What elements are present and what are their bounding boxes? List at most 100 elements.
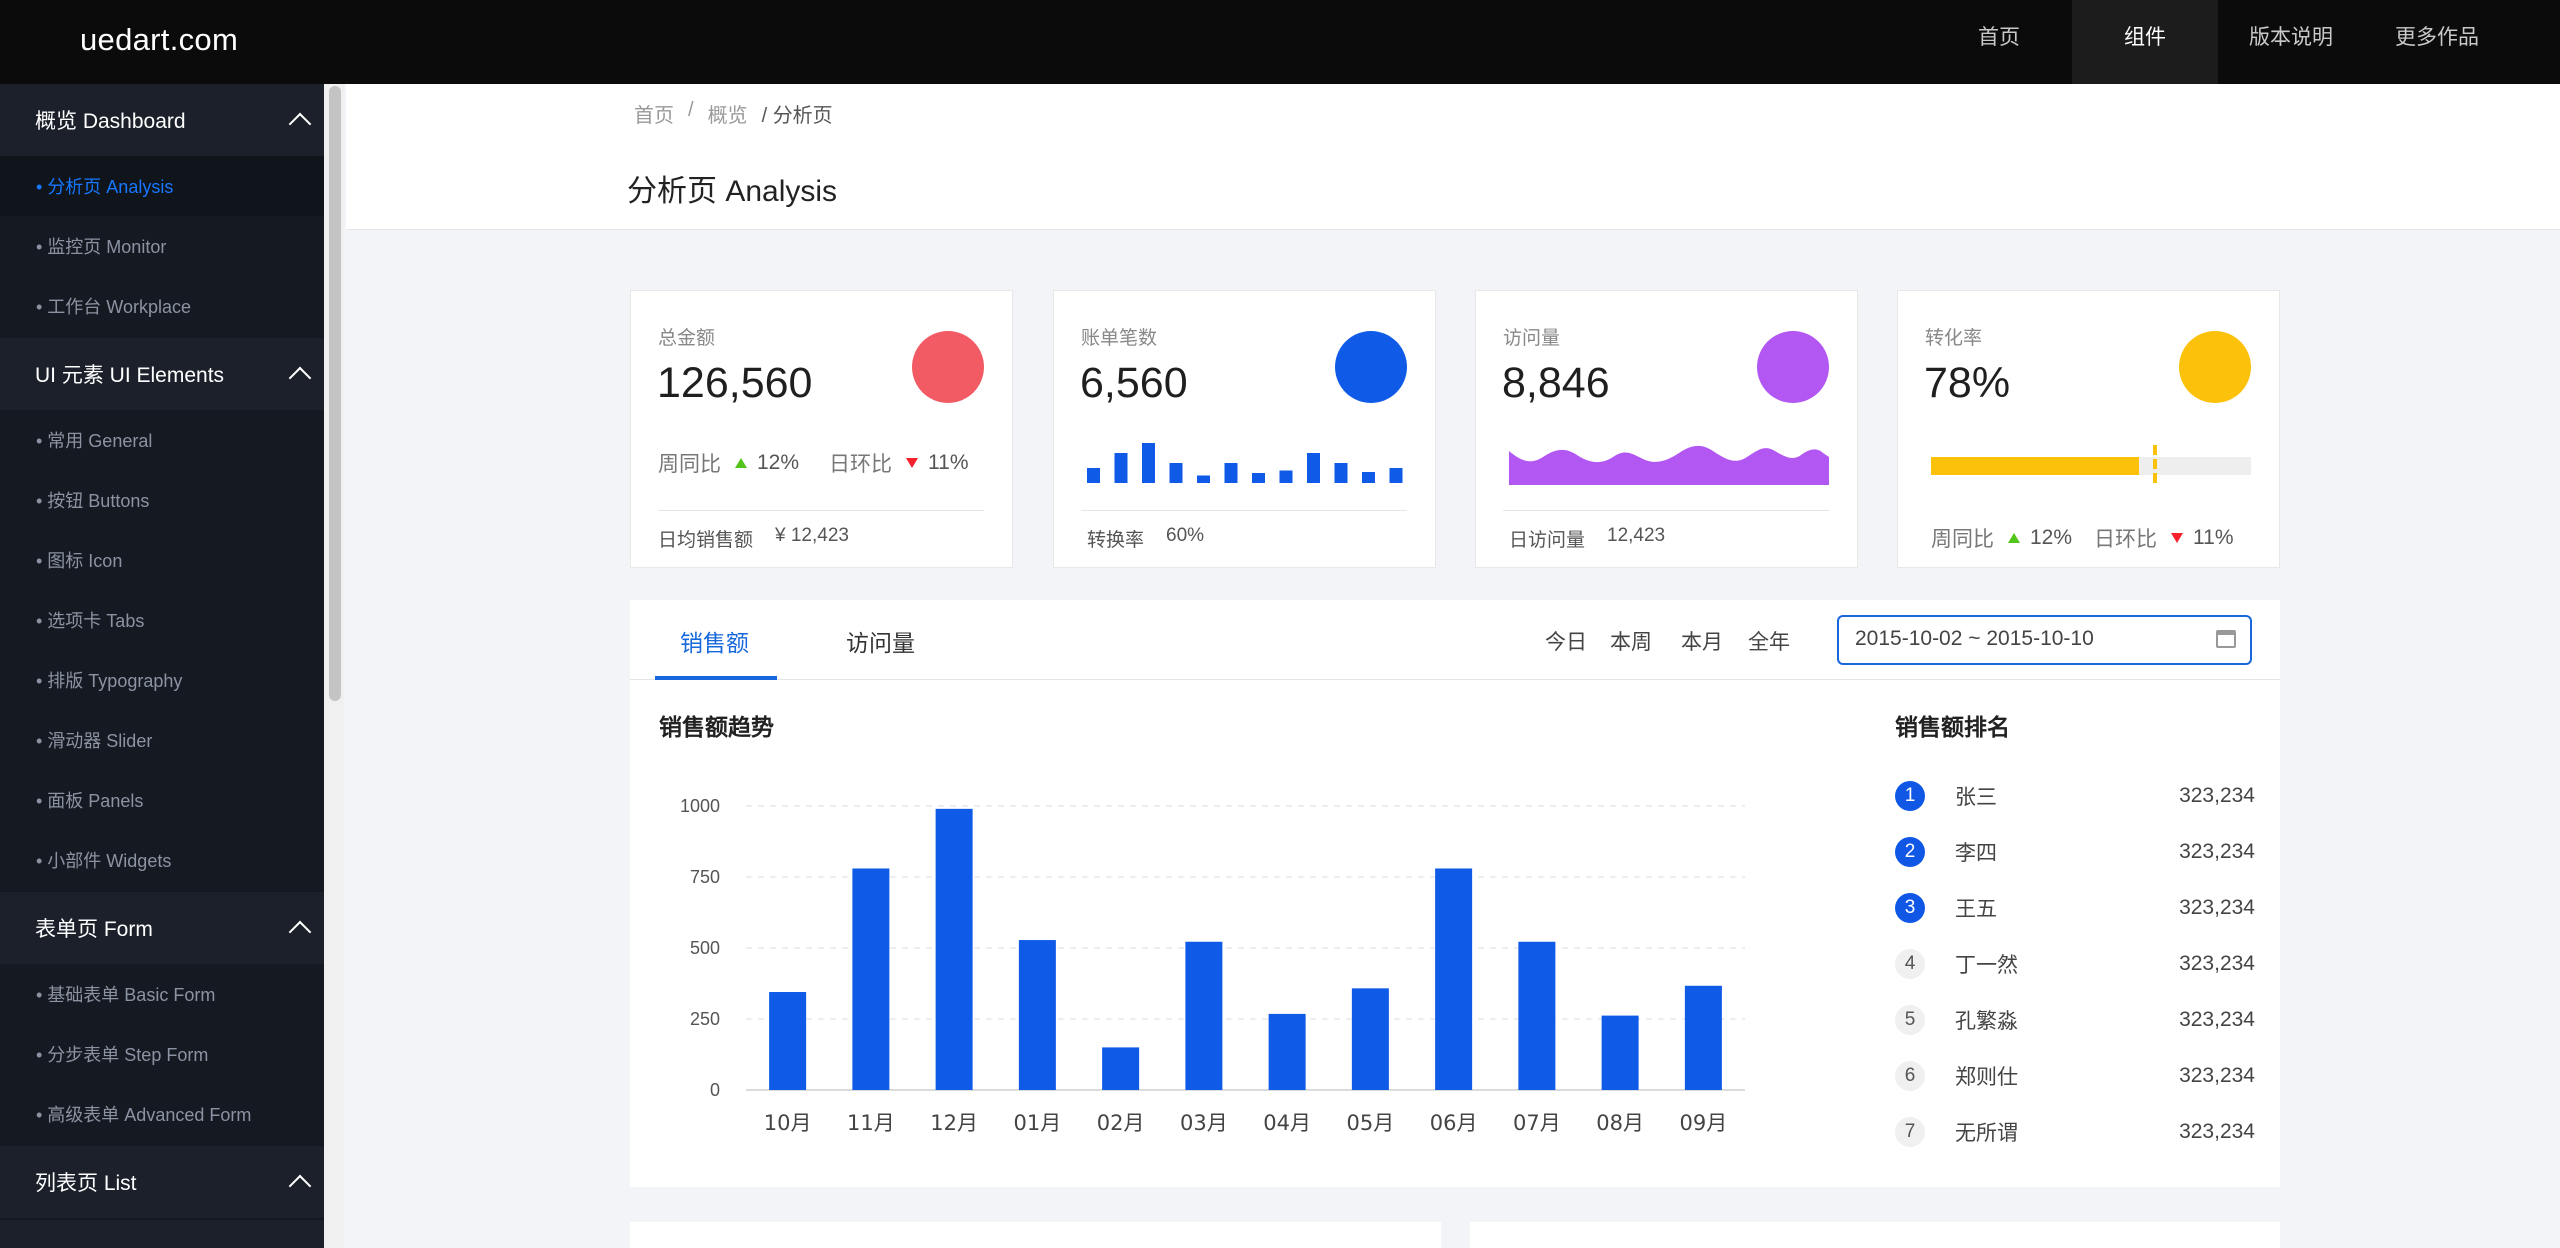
chart-bar[interactable] (852, 868, 890, 1090)
mini-bar (1334, 463, 1348, 483)
sidebar-item[interactable]: • 按钮 Buttons (0, 470, 324, 530)
card-divider (658, 510, 984, 511)
breadcrumb-home[interactable]: 首页 (634, 99, 674, 128)
page-header: 首页 / 概览 / 分析页 分析页 Analysis (346, 84, 2560, 230)
chart-bar[interactable] (1018, 940, 1056, 1090)
chart-bar[interactable] (1435, 868, 1473, 1090)
chevron-up-icon[interactable] (288, 1174, 312, 1198)
range-this-month[interactable]: 本月 (1681, 626, 1723, 656)
sidebar-item[interactable]: • 高级表单 Advanced Form (0, 1084, 324, 1144)
trend-up-icon (735, 458, 747, 468)
sidebar-group-header[interactable]: 表单页 Form (0, 892, 324, 964)
mini-bar (1197, 475, 1210, 483)
progress-target-marker (2153, 445, 2157, 487)
breadcrumb-current-label: 分析页 (772, 105, 833, 127)
card-footer-label: 日访问量 (1509, 530, 1586, 551)
chevron-up-icon[interactable] (288, 112, 312, 136)
sidebar-group-header[interactable]: UI 元素 UI Elements (0, 338, 324, 410)
chart-bar[interactable] (1185, 941, 1223, 1090)
chart-bar[interactable] (1351, 988, 1389, 1090)
ranking-row: 1 张三 323,234 (1895, 776, 2255, 816)
card-value: 78% (1924, 359, 2011, 407)
card-trend: 周同比 12% 日环比 11% (658, 448, 969, 478)
card-color-dot (2179, 331, 2251, 403)
mini-bar (1169, 463, 1183, 483)
sidebar-group-title: 表单页 Form (35, 918, 153, 941)
sidebar-item[interactable]: • 基础表单 Basic Form (0, 964, 324, 1024)
range-today[interactable]: 今日 (1545, 626, 1587, 656)
site-logo[interactable]: uedart.com (80, 22, 238, 58)
ranking-row: 2 李四 323,234 (1895, 832, 2255, 872)
tab-visits[interactable]: 访问量 (846, 624, 915, 658)
sales-trend-chart: 0 250 500 750 1000 10月 11月 12月 01月 02月 03月 04月 05月 06… (680, 796, 1745, 1135)
sidebar-item[interactable]: • 工作台 Workplace (0, 276, 324, 336)
y-tick-label: 0 (710, 1080, 720, 1100)
area-sparkline (1509, 445, 1829, 485)
chevron-up-icon[interactable] (288, 366, 312, 390)
chart-bar[interactable] (1601, 1015, 1639, 1090)
sidebar-item[interactable]: • 分步表单 Step Form (0, 1024, 324, 1084)
sales-panel: 销售额 访问量 今日 本周 本月 全年 2015-10-02 ~ 2015-10… (630, 600, 2280, 1187)
rank-number-badge: 5 (1895, 1005, 1925, 1035)
sidebar-group-header[interactable]: 列表页 List (0, 1146, 324, 1218)
breadcrumb-separator: / (761, 105, 768, 127)
sidebar-group-title: UI 元素 UI Elements (35, 364, 225, 387)
sidebar-group-title: 概览 Dashboard (35, 110, 186, 133)
top-navbar: uedart.com 首页 组件 版本说明 更多作品 (0, 0, 2560, 84)
topnav-more-works[interactable]: 更多作品 (2364, 0, 2510, 84)
x-tick-label: 02月 (1097, 1111, 1145, 1135)
breadcrumb-current: / 分析页 (762, 99, 833, 128)
x-tick-label: 03月 (1180, 1111, 1228, 1135)
date-range-picker[interactable]: 2015-10-02 ~ 2015-10-10 (1837, 615, 2252, 665)
x-tick-label: 01月 (1014, 1111, 1062, 1135)
topnav-home[interactable]: 首页 (1926, 0, 2072, 84)
sidebar-group-header[interactable]: 概览 Dashboard (0, 84, 324, 156)
topnav-components[interactable]: 组件 (2072, 0, 2218, 84)
rank-number-badge: 4 (1895, 949, 1925, 979)
rank-value: 323,234 (2179, 1120, 2255, 1143)
sidebar-item[interactable]: • 分析页 Analysis (0, 156, 324, 216)
y-tick-label: 1000 (680, 796, 720, 816)
chart-bar[interactable] (1268, 1013, 1306, 1090)
sidebar-item[interactable]: • 小部件 Widgets (0, 830, 324, 890)
y-tick-label: 250 (690, 1009, 720, 1029)
range-full-year[interactable]: 全年 (1748, 626, 1790, 656)
card-value: 8,846 (1502, 359, 1610, 407)
sidebar-item[interactable]: • 监控页 Monitor (0, 216, 324, 276)
ranking-row: 3 王五 323,234 (1895, 888, 2255, 928)
calendar-icon[interactable] (2216, 630, 2236, 648)
x-tick-label: 05月 (1347, 1111, 1395, 1135)
dod-label: 日环比 (829, 453, 893, 476)
sidebar-item[interactable]: • 常用 General (0, 410, 324, 470)
chart-bar[interactable] (1684, 985, 1722, 1090)
sales-tabs: 销售额 访问量 今日 本周 本月 全年 2015-10-02 ~ 2015-10… (630, 600, 2280, 680)
sidebar-item[interactable]: • 滑动器 Slider (0, 710, 324, 770)
x-tick-label: 09月 (1680, 1111, 1728, 1135)
rank-value: 323,234 (2179, 840, 2255, 863)
card-color-dot (912, 331, 984, 403)
sidebar-scrollbar-thumb[interactable] (329, 86, 341, 701)
sidebar-item[interactable]: • 选项卡 Tabs (0, 590, 324, 650)
stat-card-visits: 访问量 8,846 日访问量 12,423 (1475, 290, 1858, 568)
mini-bar (1252, 473, 1265, 483)
mini-bar (1087, 468, 1100, 483)
page-title: 分析页 Analysis (627, 175, 838, 208)
progress-bar (1931, 445, 2251, 487)
sidebar-item[interactable]: • 排版 Typography (0, 650, 324, 710)
mini-bar (1389, 468, 1403, 483)
chart-bar[interactable] (935, 808, 973, 1090)
sidebar-item[interactable]: • 图标 Icon (0, 530, 324, 590)
rank-value: 323,234 (2179, 1064, 2255, 1087)
card-label: 访问量 (1503, 328, 1561, 349)
trend-down-icon (906, 458, 919, 468)
chart-bar[interactable] (1518, 941, 1556, 1090)
sidebar-item[interactable]: • 面板 Panels (0, 770, 324, 830)
breadcrumb-overview[interactable]: 概览 (708, 99, 748, 128)
chevron-up-icon[interactable] (288, 920, 312, 944)
chart-bar[interactable] (1102, 1047, 1140, 1090)
range-this-week[interactable]: 本周 (1610, 626, 1652, 656)
stat-card-conversion: 转化率 78% 周同比 12% 日环比 11% (1897, 290, 2280, 568)
tab-sales[interactable]: 销售额 (680, 624, 749, 658)
topnav-release-notes[interactable]: 版本说明 (2218, 0, 2364, 84)
chart-bar[interactable] (769, 992, 807, 1090)
